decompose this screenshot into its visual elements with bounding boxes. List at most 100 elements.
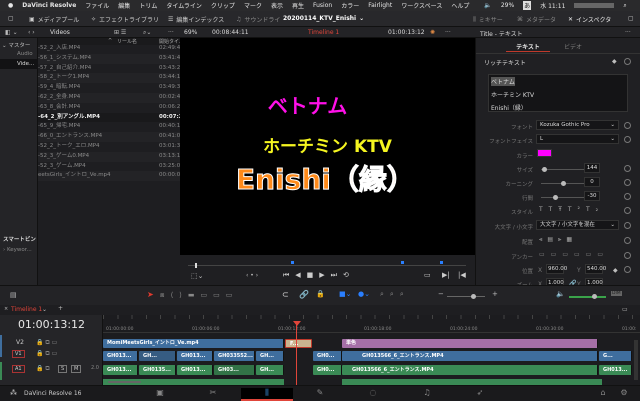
gear-icon[interactable]: ⚙ bbox=[604, 388, 640, 401]
zoom-slider[interactable] bbox=[447, 294, 485, 299]
page-deliver-icon[interactable]: ➶ bbox=[460, 388, 500, 401]
view-mode-icons[interactable]: ⊞ ☰ bbox=[114, 29, 126, 36]
position-y-field[interactable]: 540.00 bbox=[585, 264, 606, 274]
tab-video[interactable]: ビデオ bbox=[564, 42, 582, 51]
clip-list-row[interactable]: -66_0_エントランス.MP4 00:41:0 bbox=[38, 132, 180, 142]
panel-toggle-icon[interactable]: ▢ bbox=[8, 15, 14, 22]
clip-v1-entrance[interactable]: GH013566_6_エントランス.MP4 bbox=[342, 351, 598, 361]
clip-a1-entrance[interactable]: GH013566_6_エントランス.MP4 bbox=[342, 365, 598, 375]
page-edit-icon[interactable]: ⫼ bbox=[241, 388, 293, 401]
reset-icon[interactable] bbox=[624, 58, 631, 65]
close-tab-icon[interactable]: × bbox=[4, 306, 8, 312]
case-select[interactable]: 大文字 / 小文字を混在 ⌄ bbox=[536, 220, 619, 230]
zoom-in-icon[interactable]: + bbox=[492, 290, 498, 298]
track-v1-label[interactable]: V1 bbox=[12, 350, 25, 358]
playhead[interactable] bbox=[296, 321, 297, 385]
size-slider[interactable] bbox=[541, 167, 589, 172]
clip-list-row[interactable]: -57_2_自己紹介.MP4 03:43:2 bbox=[38, 64, 180, 74]
clip-a1[interactable]: GH013... bbox=[599, 365, 632, 375]
marker-icon[interactable]: ●⌄ bbox=[358, 290, 370, 298]
leading-slider[interactable] bbox=[541, 195, 589, 200]
clip-list-row[interactable]: -65_9_帰宅.MP4 00:40:1 bbox=[38, 122, 180, 132]
tab-text[interactable]: テキスト bbox=[506, 42, 550, 51]
lock-icon[interactable]: 🔒 bbox=[316, 290, 325, 298]
crop-icon[interactable]: ⬚⌄ bbox=[191, 272, 203, 280]
color-wheel-icon[interactable]: ✺ bbox=[430, 29, 435, 36]
clip-list-row[interactable]: -52_2_入店.MP4 02:49:4 bbox=[38, 44, 180, 54]
track-lock-icon[interactable]: 🔒 ⧉ bbox=[36, 365, 50, 373]
flag-icon[interactable]: ■⌄ bbox=[339, 290, 351, 298]
clip-list-row[interactable]: -62_2_全身.MP4 00:02:4 bbox=[38, 93, 180, 103]
search-icon[interactable]: ⌕⌄ bbox=[143, 29, 151, 37]
edit-index-button[interactable]: ☰ 編集インデックス bbox=[168, 15, 224, 24]
menu-workspace[interactable]: ワークスペース bbox=[401, 1, 442, 10]
menu-clip[interactable]: クリップ bbox=[211, 1, 235, 10]
input-method[interactable]: あ bbox=[523, 1, 532, 10]
media-pool-button[interactable]: ▣ メディアプール bbox=[29, 15, 79, 24]
horizontal-scrollbar[interactable] bbox=[108, 381, 141, 383]
reset-icon[interactable] bbox=[624, 193, 631, 200]
metadata-button[interactable]: ⌘ メタデータ bbox=[517, 15, 556, 24]
selection-tool-icon[interactable]: ➤ bbox=[147, 290, 154, 299]
track-a1-label[interactable]: A1 bbox=[12, 365, 25, 373]
zoom-mode-icons[interactable]: ⌕⌕⌕ bbox=[380, 290, 410, 299]
alignment-buttons[interactable]: ⫷▤⫸▦ bbox=[539, 236, 577, 244]
clip-list-row[interactable]: -52_2_トーク_エロ.MP4 03:01:3 bbox=[38, 142, 180, 152]
clip-list-row[interactable]: -56_1_システム.MP4 03:41:4 bbox=[38, 53, 180, 64]
clip-v1[interactable]: GH033552... bbox=[214, 351, 255, 361]
slider-knob[interactable] bbox=[561, 181, 566, 186]
solo-button[interactable]: S bbox=[58, 365, 68, 373]
search-icon[interactable]: ⌕ bbox=[623, 2, 626, 10]
reset-icon[interactable] bbox=[624, 266, 631, 273]
reset-icon[interactable] bbox=[624, 237, 631, 244]
timeline-options-icon[interactable]: ▭ bbox=[622, 306, 628, 313]
clip-list-row[interactable]: -52_3_ゲーム0.MP4 03:13:1 bbox=[38, 151, 180, 162]
timeline-selector[interactable]: Timeline 1 bbox=[308, 29, 339, 36]
clip-a1[interactable]: GH0... bbox=[313, 365, 342, 375]
menu-trim[interactable]: トリム bbox=[139, 1, 157, 10]
page-media-icon[interactable]: ▣ bbox=[140, 388, 180, 401]
rich-text-editor[interactable]: ベトナム ホーチミン KTV Enishi（縁） bbox=[488, 74, 628, 112]
playhead-handle[interactable] bbox=[293, 321, 301, 326]
clip-v1[interactable]: GH0... bbox=[313, 351, 342, 361]
keyframe-icon[interactable]: ◆ bbox=[613, 267, 618, 274]
link-icon[interactable]: 🔗 bbox=[299, 290, 309, 299]
nav-arrows-icon[interactable]: ‹ › bbox=[28, 29, 35, 36]
leading-field[interactable]: -30 bbox=[584, 191, 600, 201]
clip-a1[interactable]: GH03... bbox=[214, 365, 255, 375]
bin-videos[interactable]: Vide... bbox=[0, 59, 38, 69]
reset-icon[interactable] bbox=[624, 136, 631, 143]
clip-list-row[interactable]: -52_3_ゲーム.MP4 03:25:0 bbox=[38, 162, 180, 172]
viewer-canvas[interactable]: ベトナム ホーチミン KTV Enishi（縁） bbox=[180, 38, 475, 255]
menu-mark[interactable]: マーク bbox=[244, 1, 262, 10]
clip-list-row[interactable]: eetsGirls_イントロ_Ve.mp4 00:00:0 bbox=[38, 171, 180, 182]
menu-color[interactable]: カラー bbox=[341, 1, 359, 10]
kerning-slider[interactable] bbox=[541, 181, 589, 186]
menu-fusion[interactable]: Fusion bbox=[313, 2, 332, 9]
inspector-button[interactable]: ✕ インスペクタ bbox=[568, 15, 611, 24]
reset-icon[interactable] bbox=[624, 165, 631, 172]
clip-v2-title[interactable]: F... bbox=[285, 339, 312, 348]
layout-icon[interactable]: ▤ bbox=[10, 291, 17, 299]
chevron-down-icon[interactable]: ⌄ bbox=[42, 306, 47, 313]
project-name[interactable]: 20200114_KTV_Enishi ⌄ bbox=[283, 15, 364, 22]
volume-icon[interactable]: 🔈 bbox=[484, 2, 491, 9]
kerning-field[interactable]: 0 bbox=[584, 177, 600, 187]
menu-view[interactable]: 表示 bbox=[271, 1, 283, 10]
clip-list-row[interactable]: -63_8_会計.MP4 00:06:2 bbox=[38, 103, 180, 113]
clip-v1[interactable]: GH... bbox=[256, 351, 284, 361]
sound-library-button[interactable]: ♫ サウンドライ bbox=[236, 15, 280, 24]
track-controls[interactable]: 🔒 ⧉ ▭ bbox=[36, 350, 57, 358]
anchor-buttons[interactable]: ▭▭▭▭▭▭ bbox=[539, 251, 609, 258]
scrub-handle[interactable] bbox=[195, 263, 197, 268]
slider-knob[interactable] bbox=[592, 294, 597, 299]
next-edit-icon[interactable]: ▶| bbox=[442, 271, 450, 279]
font-face-select[interactable]: L ⌄ bbox=[536, 134, 619, 144]
section-rich-text[interactable]: リッチテキスト bbox=[484, 58, 526, 67]
clip-v2[interactable]: MomiMeetsGirls_イントロ_Ve.mp4 bbox=[103, 339, 284, 348]
reset-icon[interactable] bbox=[624, 122, 631, 129]
jog-icon[interactable]: ‹ • › bbox=[246, 272, 258, 279]
reset-icon[interactable] bbox=[624, 252, 631, 259]
page-color-icon[interactable]: ◌ bbox=[353, 388, 393, 401]
menu-app[interactable]: DaVinci Resolve bbox=[22, 2, 76, 9]
